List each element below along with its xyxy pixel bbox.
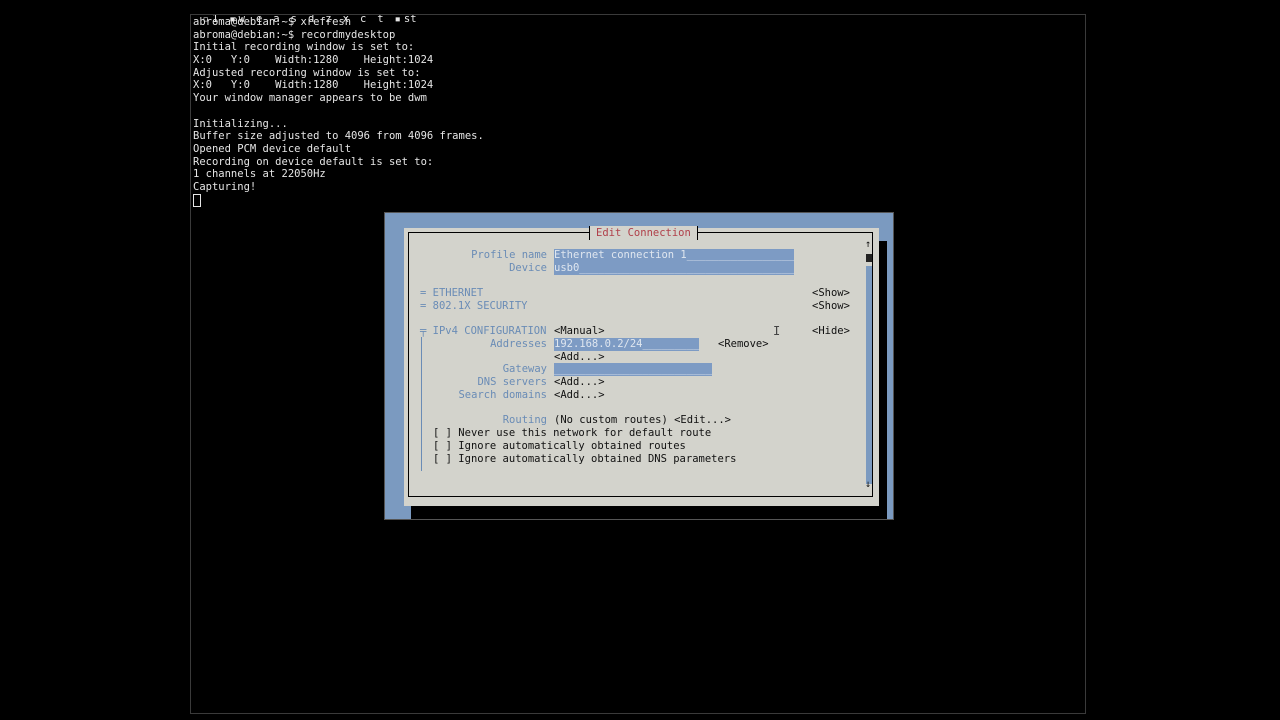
terminal-text: Your window manager appears to be dwm [193, 92, 427, 105]
device-label: Device [509, 262, 547, 274]
terminal-text: X:0 Y:0 Width:1280 Height:1024 [193, 79, 434, 92]
terminal-line: Initial recording window is set to: [193, 41, 484, 54]
dialog-scrollbar[interactable]: ↑ ↓ [865, 240, 873, 490]
add-search-domain-button[interactable]: <Add...> [554, 389, 605, 402]
checkbox-label: Never use this network for default route [458, 427, 712, 439]
terminal-line: Adjusted recording window is set to: [193, 67, 484, 80]
dns-servers-label: DNS servers [477, 376, 547, 388]
ipv4-mode-dropdown[interactable]: <Manual> [554, 325, 605, 338]
profile-name-field[interactable]: Ethernet connection 1_________________ [554, 249, 795, 262]
scroll-up-icon[interactable]: ↑ [865, 240, 871, 250]
terminal-line: 1 channels at 22050Hz [193, 168, 484, 181]
ipv4-hide-button[interactable]: <Hide> [812, 325, 850, 338]
checkbox-ignore-routes[interactable]: [ ] Ignore automatically obtained routes [433, 440, 686, 453]
terminal-text: X:0 Y:0 Width:1280 Height:1024 [193, 54, 434, 67]
addresses-label: Addresses [490, 338, 547, 350]
section-tree-line [421, 337, 422, 471]
terminal-text: Initial recording window is set to: [193, 41, 415, 54]
terminal-line: Your window manager appears to be dwm [193, 92, 484, 105]
shell-prompt: abroma@debian:~$ [193, 16, 301, 28]
device-field[interactable]: usb0__________________________________ [554, 262, 795, 275]
terminal-line: X:0 Y:0 Width:1280 Height:1024 [193, 79, 484, 92]
terminal-text: Opened PCM device default [193, 142, 352, 155]
terminal-text: 1 channels at 22050Hz [193, 168, 326, 181]
ethernet-show-button[interactable]: <Show> [812, 287, 850, 300]
dialog-panel: Edit Connection Profile name Ethernet co… [404, 226, 879, 506]
checkbox[interactable]: [ ] [433, 427, 452, 439]
ethernet-section-label: = ETHERNET [420, 287, 484, 299]
routing-label: Routing [502, 414, 547, 426]
dialog-shadow [411, 505, 879, 519]
checkbox[interactable]: [ ] [433, 453, 452, 465]
gateway-label: Gateway [502, 363, 547, 375]
checkbox[interactable]: [ ] [433, 440, 452, 452]
dialog-title: Edit Connection [589, 226, 698, 240]
address-field[interactable]: 192.168.0.2/24_________ [554, 338, 700, 351]
security-section-label: = 802.1X SECURITY [420, 300, 528, 312]
checkbox-label: Ignore automatically obtained routes [458, 440, 686, 452]
terminal-line: abroma@debian:~$ xrefresh [193, 16, 484, 29]
terminal-text: Capturing! [193, 180, 257, 193]
ipv4-section-label: ╤ IPv4 CONFIGURATION [420, 325, 547, 337]
terminal-line: Buffer size adjusted to 4096 from 4096 f… [193, 130, 484, 143]
terminal-text: recordmydesktop [300, 28, 396, 41]
terminal-text: xrefresh [300, 16, 352, 28]
terminal-text: Adjusted recording window is set to: [193, 66, 421, 79]
remove-address-button[interactable]: <Remove> [718, 338, 769, 351]
terminal-text: Recording on device default is set to: [193, 155, 434, 168]
add-dns-button[interactable]: <Add...> [554, 376, 605, 389]
routing-edit-button[interactable]: (No custom routes) <Edit...> [554, 414, 731, 427]
terminal-line: Opened PCM device default [193, 143, 484, 156]
terminal-text: Buffer size adjusted to 4096 from 4096 f… [193, 130, 484, 143]
terminal-line: Recording on device default is set to: [193, 156, 484, 169]
terminal-line: X:0 Y:0 Width:1280 Height:1024 [193, 54, 484, 67]
terminal-line: Initializing... [193, 118, 484, 131]
terminal-line: abroma@debian:~$ recordmydesktop [193, 29, 484, 42]
terminal-output: abroma@debian:~$ xrefresh abroma@debian:~… [193, 16, 484, 194]
profile-name-label: Profile name [471, 249, 547, 261]
checkbox-label: Ignore automatically obtained DNS parame… [458, 453, 737, 465]
dialog-shadow [879, 241, 887, 519]
dwm-tag-bar: ▫ 1 ▪ w e a s d z x c t ▪ st [190, 0, 428, 25]
search-domains-label: Search domains [458, 389, 547, 401]
edit-connection-dialog: Edit Connection Profile name Ethernet co… [384, 212, 894, 520]
add-address-button[interactable]: <Add...> [554, 351, 605, 364]
gateway-field[interactable]: _________________________ [554, 363, 713, 376]
security-show-button[interactable]: <Show> [812, 300, 850, 313]
terminal-cursor [193, 194, 201, 207]
checkbox-never-default-route[interactable]: [ ] Never use this network for default r… [433, 427, 711, 440]
shell-prompt: abroma@debian:~$ [193, 28, 301, 41]
text-cursor-icon: I [773, 324, 781, 338]
scroll-down-icon[interactable]: ↓ [865, 480, 871, 490]
scroll-track[interactable] [866, 266, 872, 484]
terminal-line: Capturing! [193, 181, 484, 194]
dialog-frame: Edit Connection Profile name Ethernet co… [408, 226, 873, 497]
terminal-text: Initializing... [193, 117, 288, 130]
checkbox-ignore-dns[interactable]: [ ] Ignore automatically obtained DNS pa… [433, 453, 736, 466]
scroll-thumb[interactable] [866, 254, 872, 262]
